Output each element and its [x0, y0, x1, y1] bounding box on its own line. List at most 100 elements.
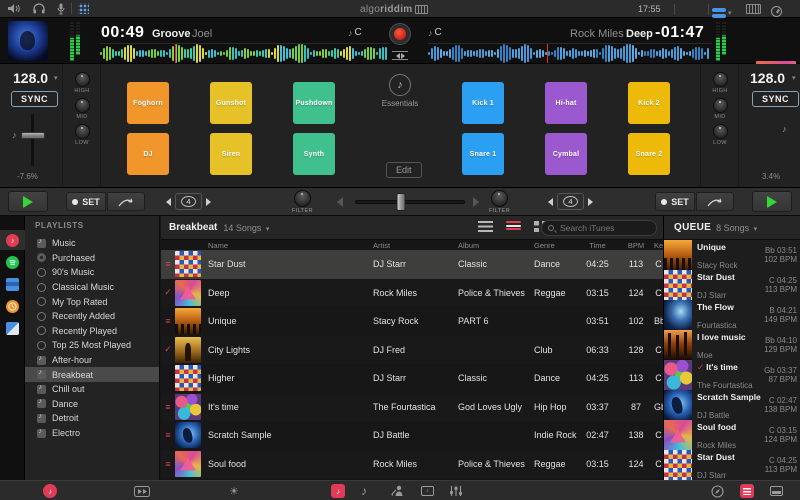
queue-item[interactable]: ✓Star Dust DJ Starr C 04:25 113 BPM: [664, 450, 800, 480]
queue-item[interactable]: ✓Scratch Sample DJ Battle C 02:47 138 BP…: [664, 390, 800, 420]
deck-b-filter-knob[interactable]: [491, 190, 508, 207]
deck-a-sync-button[interactable]: SYNC: [11, 91, 58, 107]
loop-halve-icon[interactable]: [548, 198, 553, 206]
sample-pad[interactable]: Kick 2: [628, 82, 670, 124]
sample-pad[interactable]: Synth: [293, 133, 335, 175]
drawer-toggle-button[interactable]: [770, 481, 783, 500]
bpm-caret-icon[interactable]: ▾: [792, 74, 796, 82]
tab-video[interactable]: ♪: [421, 481, 434, 500]
deck-a-play-button[interactable]: [8, 191, 48, 212]
tab-karaoke[interactable]: [391, 481, 404, 500]
crossfader[interactable]: [355, 200, 465, 204]
playlist-item[interactable]: Dance: [25, 397, 159, 412]
sample-pad[interactable]: Foghorn: [127, 82, 169, 124]
tab-music-library[interactable]: ♪: [331, 481, 345, 500]
playlist-item[interactable]: Music: [25, 236, 159, 251]
track-row[interactable]: ≡ ✓ City Lights DJ Fred Club 06:33 128 C: [161, 336, 663, 365]
column-time[interactable]: Time: [577, 241, 618, 250]
deck-b-bpm-readout[interactable]: 128.0: [750, 70, 785, 86]
sample-pad[interactable]: Gunshot: [210, 82, 252, 124]
sample-pad[interactable]: Kick 1: [462, 82, 504, 124]
search-box[interactable]: [541, 220, 657, 236]
sample-pad[interactable]: Pushdown: [293, 82, 335, 124]
brightness-button[interactable]: ☀: [229, 481, 239, 500]
deck-a-bpm-readout[interactable]: 128.0: [13, 70, 48, 86]
eq-low-knob[interactable]: [75, 124, 90, 139]
volume-icon[interactable]: [8, 0, 21, 18]
column-album[interactable]: Album: [456, 241, 532, 250]
eq-mid-knob[interactable]: [75, 98, 90, 113]
browse-button[interactable]: [711, 481, 724, 500]
detail-view-icon[interactable]: [506, 221, 521, 232]
queue-item[interactable]: ✓It's time The Fourtastica Gb 03:37 87 B…: [664, 360, 800, 390]
column-genre[interactable]: Genre: [532, 241, 577, 250]
playlist-item[interactable]: 90's Music: [25, 265, 159, 280]
track-row[interactable]: ≡ ✓ Scratch Sample DJ Battle Indie Rock …: [161, 421, 663, 450]
sampler-edit-button[interactable]: Edit: [386, 162, 422, 178]
queue-toggle-button[interactable]: [740, 481, 754, 500]
deck-b-waveform[interactable]: [428, 43, 712, 63]
track-row[interactable]: ≡ ✓ Soul food Rock Miles Police & Thieve…: [161, 450, 663, 479]
eq-mid-knob[interactable]: [713, 98, 728, 113]
sample-pad[interactable]: Snare 2: [628, 133, 670, 175]
deck-b-play-button[interactable]: [752, 191, 792, 212]
search-input[interactable]: [558, 222, 650, 234]
deck-a-set-cue-button[interactable]: SET: [66, 192, 106, 211]
queue-item[interactable]: ✓I love music Moe Bb 04:10 129 BPM: [664, 330, 800, 360]
library-count[interactable]: 14 Songs ▾: [223, 223, 269, 233]
recorder-icon[interactable]: [771, 6, 782, 17]
playlist-item[interactable]: Electro: [25, 426, 159, 441]
track-row[interactable]: ≡ ✓ Higher DJ Starr Classic Dance 04:25 …: [161, 364, 663, 393]
column-name[interactable]: Name: [206, 241, 371, 250]
track-row[interactable]: ≡ ✓ Star Dust DJ Starr Classic Dance 04:…: [161, 250, 663, 279]
playlist-item[interactable]: After-hour: [25, 353, 159, 368]
sample-pad[interactable]: DJ: [127, 133, 169, 175]
deck-a-waveform[interactable]: [100, 43, 390, 63]
tab-songs[interactable]: ♪: [361, 481, 367, 500]
microphone-icon[interactable]: [57, 0, 65, 18]
deck-a-jump-cue-button[interactable]: [107, 192, 145, 211]
list-view-icon[interactable]: [478, 221, 493, 232]
source-spotify[interactable]: [0, 252, 25, 272]
track-row[interactable]: ≡ ✓ It's time The Fourtastica God Loves …: [161, 393, 663, 422]
queue-item[interactable]: ✓Star Dust DJ Starr C 04:25 113 BPM: [664, 270, 800, 300]
source-itunes[interactable]: ♪: [0, 230, 25, 250]
playlist-item[interactable]: Classical Music: [25, 280, 159, 295]
playlist-item[interactable]: Recently Played: [25, 324, 159, 339]
loop-double-icon[interactable]: [588, 198, 593, 206]
sample-pad[interactable]: Siren: [210, 133, 252, 175]
deck-b-sync-button[interactable]: SYNC: [752, 91, 799, 107]
deck-b-loop-button[interactable]: 4: [557, 193, 584, 210]
playlist-item[interactable]: Breakbeat: [25, 367, 159, 382]
tab-effects[interactable]: [449, 481, 463, 500]
deck-a-pitch-slider[interactable]: [31, 114, 34, 166]
source-files[interactable]: [0, 274, 25, 294]
playlist-item[interactable]: My Top Rated: [25, 294, 159, 309]
eq-high-knob[interactable]: [75, 72, 90, 87]
keyboard-icon[interactable]: [746, 4, 761, 14]
queue-item[interactable]: ✓Unique Stacy Rock Bb 03:51 102 BPM: [664, 240, 800, 270]
deck-b-jump-cue-button[interactable]: [696, 192, 734, 211]
deck-b-set-cue-button[interactable]: SET: [655, 192, 695, 211]
column-artist[interactable]: Artist: [371, 241, 456, 250]
record-button[interactable]: [389, 23, 411, 45]
sampler-pack-name[interactable]: Essentials: [365, 99, 435, 108]
headphones-icon[interactable]: [33, 0, 45, 18]
eq-low-knob[interactable]: [713, 124, 728, 139]
sample-pad[interactable]: Snare 1: [462, 133, 504, 175]
itunes-source-button[interactable]: ♪: [43, 481, 57, 500]
source-media[interactable]: [0, 318, 25, 338]
eq-high-knob[interactable]: [713, 72, 728, 87]
queue-item[interactable]: ✓The Flow Fourtastica B 04:21 149 BPM: [664, 300, 800, 330]
source-history[interactable]: [0, 296, 25, 316]
deck-a-filter-knob[interactable]: [294, 190, 311, 207]
sample-pad[interactable]: Hi-hat: [545, 82, 587, 124]
playlist-item[interactable]: Top 25 Most Played: [25, 338, 159, 353]
loop-halve-icon[interactable]: [166, 198, 171, 206]
deck-a-loop-button[interactable]: 4: [175, 193, 202, 210]
column-bpm[interactable]: BPM: [618, 241, 654, 250]
queue-count[interactable]: 8 Songs ▾: [716, 223, 757, 233]
playlist-item[interactable]: Purchased: [25, 251, 159, 266]
playlist-item[interactable]: Detroit: [25, 411, 159, 426]
crossfade-view-icon[interactable]: [392, 51, 408, 60]
